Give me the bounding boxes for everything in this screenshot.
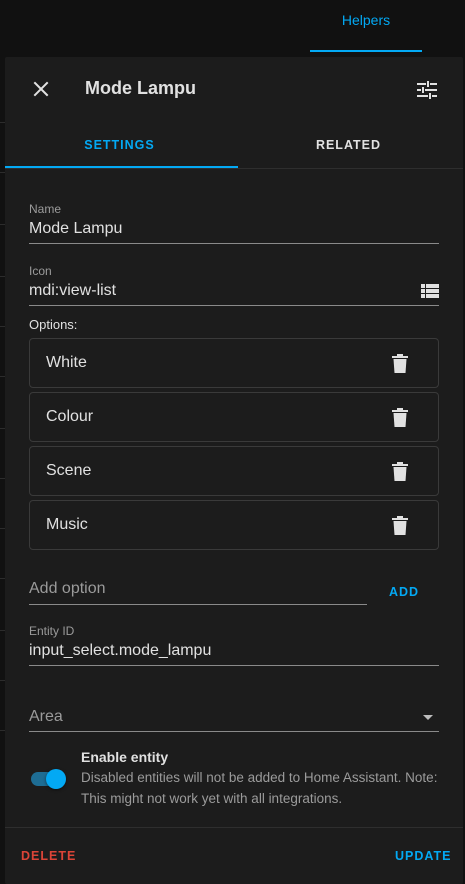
area-select[interactable]: Area bbox=[29, 703, 439, 732]
close-icon bbox=[33, 81, 49, 97]
dialog-header: Mode Lampu bbox=[5, 57, 463, 121]
delete-option-button[interactable] bbox=[390, 460, 410, 482]
tune-icon bbox=[417, 81, 437, 99]
option-item: Scene bbox=[29, 446, 439, 496]
icon-field[interactable]: Icon mdi:view-list bbox=[29, 264, 439, 306]
delete-button[interactable]: DELETE bbox=[21, 849, 76, 863]
entity-id-label: Entity ID bbox=[29, 624, 75, 638]
option-label: Colour bbox=[46, 408, 94, 425]
option-item: Music bbox=[29, 500, 439, 550]
entity-id-input[interactable]: input_select.mode_lampu bbox=[29, 642, 439, 666]
name-field[interactable]: Name Mode Lampu bbox=[29, 202, 439, 244]
option-label: White bbox=[46, 354, 87, 371]
option-item: White bbox=[29, 338, 439, 388]
name-label: Name bbox=[29, 202, 62, 216]
option-label: Music bbox=[46, 516, 88, 533]
icon-input[interactable]: mdi:view-list bbox=[29, 282, 439, 306]
entity-settings-dialog: Mode Lampu SETTINGS RELATED Name Mode La… bbox=[5, 57, 463, 884]
enable-entity-description: Disabled entities will not be added to H… bbox=[81, 770, 438, 806]
trash-icon bbox=[392, 353, 408, 373]
background-tab-helpers-label: Helpers bbox=[341, 12, 391, 28]
active-tab-indicator bbox=[5, 166, 238, 168]
background-tab-helpers[interactable]: Helpers bbox=[310, 0, 422, 52]
options-label: Options: bbox=[29, 317, 78, 332]
enable-entity-title: Enable entity bbox=[81, 749, 169, 765]
add-option-button[interactable]: ADD bbox=[389, 585, 419, 599]
dropdown-arrow-icon bbox=[423, 714, 433, 720]
view-list-icon bbox=[421, 284, 439, 298]
name-input[interactable]: Mode Lampu bbox=[29, 220, 439, 244]
delete-option-button[interactable] bbox=[390, 514, 410, 536]
toggle-knob bbox=[46, 769, 66, 789]
dialog-tabs: SETTINGS RELATED bbox=[5, 121, 463, 169]
trash-icon bbox=[392, 515, 408, 535]
delete-option-button[interactable] bbox=[390, 352, 410, 374]
trash-icon bbox=[392, 461, 408, 481]
icon-label: Icon bbox=[29, 264, 52, 278]
tab-settings[interactable]: SETTINGS bbox=[5, 121, 234, 169]
delete-option-button[interactable] bbox=[390, 406, 410, 428]
area-placeholder: Area bbox=[29, 708, 63, 725]
dialog-footer: DELETE UPDATE bbox=[5, 827, 463, 884]
advanced-settings-button[interactable] bbox=[413, 76, 441, 104]
option-label: Scene bbox=[46, 462, 92, 479]
dialog-title: Mode Lampu bbox=[85, 78, 196, 98]
trash-icon bbox=[392, 407, 408, 427]
enable-entity-toggle[interactable] bbox=[29, 767, 67, 789]
add-option-input[interactable]: Add option bbox=[29, 577, 367, 605]
update-button[interactable]: UPDATE bbox=[395, 849, 451, 863]
option-item: Colour bbox=[29, 392, 439, 442]
entity-id-field[interactable]: Entity ID input_select.mode_lampu bbox=[29, 624, 439, 666]
tab-related[interactable]: RELATED bbox=[234, 121, 463, 169]
icon-input-value: mdi:view-list bbox=[29, 282, 117, 299]
close-button[interactable] bbox=[27, 75, 55, 103]
